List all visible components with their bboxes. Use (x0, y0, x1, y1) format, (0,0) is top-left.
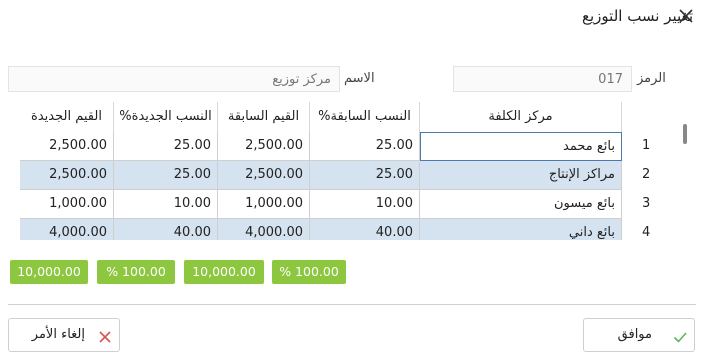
new-values-cell[interactable]: 4,000.00 (20, 219, 114, 240)
code-field[interactable] (453, 66, 632, 92)
new-pct-cell[interactable]: 10.00 (114, 190, 218, 219)
cancel-button[interactable]: إلغاء الأمر (8, 318, 120, 352)
new-pct-total: % 100.00 (97, 260, 175, 284)
scrollbar-thumb[interactable] (683, 124, 687, 144)
cancel-label: إلغاء الأمر (31, 327, 85, 342)
prev-values-cell[interactable]: 2,500.00 (218, 161, 310, 190)
close-icon (99, 331, 111, 343)
new-values-cell[interactable]: 2,500.00 (20, 132, 114, 161)
row-index: 2 (642, 167, 651, 182)
col-new-pct[interactable]: النسب الجديدة% (114, 102, 218, 132)
prev-pct-cell[interactable]: 10.00 (310, 190, 420, 219)
col-prev-values[interactable]: القيم السابقة (218, 102, 310, 132)
prev-pct-total: % 100.00 (272, 260, 346, 284)
ok-button[interactable]: موافق (583, 318, 695, 352)
table-row[interactable]: بائع محمد 25.00 2,500.00 25.00 2,500.00 … (6, 132, 672, 161)
code-label: الرمز (637, 71, 666, 86)
ok-label: موافق (617, 327, 652, 342)
table-row[interactable]: بائع داني 40.00 4,000.00 40.00 4,000.00 … (6, 219, 672, 240)
table-row[interactable]: بائع ميسون 10.00 1,000.00 10.00 1,000.00… (6, 190, 672, 219)
row-index: 3 (642, 196, 651, 211)
title-bar: تغيير نسب التوزيع (0, 0, 705, 36)
new-pct-cell[interactable]: 40.00 (114, 219, 218, 240)
new-pct-cell[interactable]: 25.00 (114, 161, 218, 190)
cost-center-cell[interactable]: بائع محمد (420, 132, 622, 161)
table-row[interactable]: مراكز الإنتاج 25.00 2,500.00 25.00 2,500… (6, 161, 672, 190)
name-label: الاسم (344, 71, 375, 86)
prev-values-cell[interactable]: 2,500.00 (218, 132, 310, 161)
prev-pct-cell[interactable]: 25.00 (310, 132, 420, 161)
cost-center-cell[interactable]: بائع داني (420, 219, 622, 240)
col-new-values[interactable]: القيم الجديدة (20, 102, 114, 132)
prev-values-cell[interactable]: 4,000.00 (218, 219, 310, 240)
check-icon (673, 332, 687, 343)
prev-values-total: 10,000.00 (184, 260, 264, 284)
new-values-total: 10,000.00 (10, 260, 88, 284)
col-prev-pct[interactable]: النسب السابقة% (310, 102, 420, 132)
col-cost-center[interactable]: مركز الكلفة (420, 102, 622, 132)
prev-pct-cell[interactable]: 40.00 (310, 219, 420, 240)
vertical-scrollbar[interactable] (678, 102, 696, 240)
prev-pct-cell[interactable]: 25.00 (310, 161, 420, 190)
new-values-cell[interactable]: 2,500.00 (20, 161, 114, 190)
row-index: 1 (642, 138, 651, 153)
name-field[interactable] (8, 66, 340, 92)
cost-center-cell[interactable]: بائع ميسون (420, 190, 622, 219)
prev-values-cell[interactable]: 1,000.00 (218, 190, 310, 219)
new-pct-cell[interactable]: 25.00 (114, 132, 218, 161)
cost-center-cell[interactable]: مراكز الإنتاج (420, 161, 622, 190)
row-index: 4 (642, 225, 651, 240)
divider (8, 304, 696, 305)
distribution-grid: مركز الكلفة النسب السابقة% القيم السابقة… (6, 102, 696, 240)
new-values-cell[interactable]: 1,000.00 (20, 190, 114, 219)
grid-header: مركز الكلفة النسب السابقة% القيم السابقة… (6, 102, 672, 132)
close-icon[interactable] (676, 6, 696, 26)
